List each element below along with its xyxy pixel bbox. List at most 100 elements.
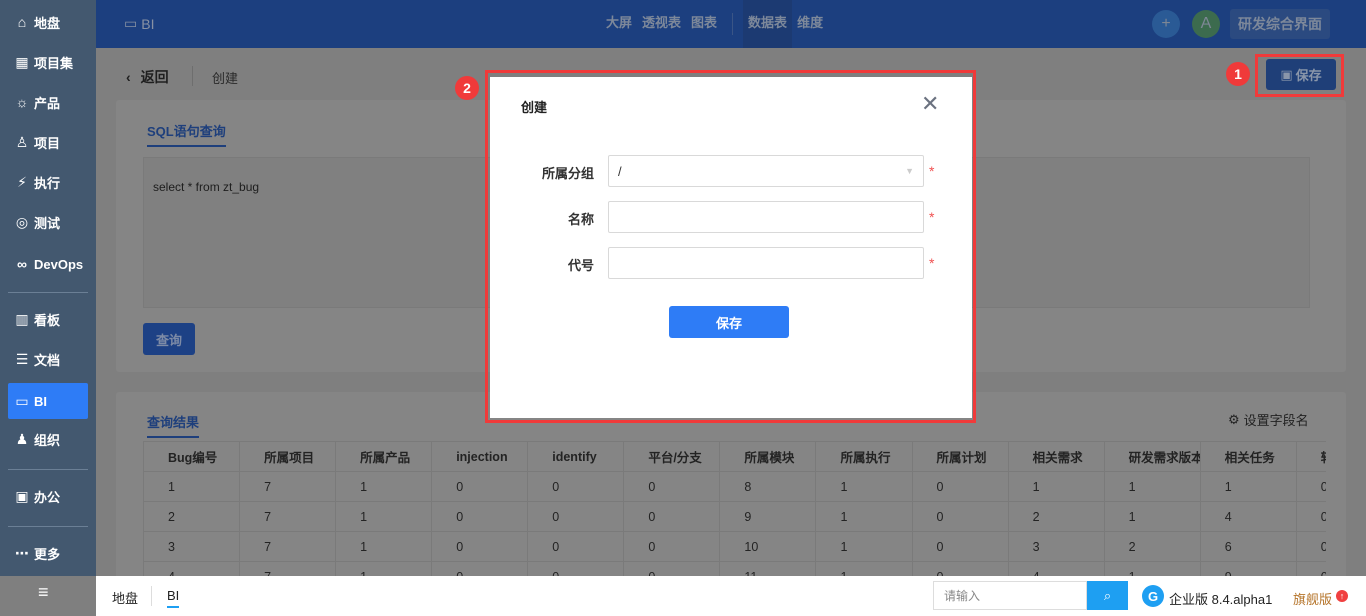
table-cell: 0 — [1295, 471, 1326, 502]
table-cell: 1 — [1103, 501, 1201, 532]
table-cell: 2 — [1103, 531, 1201, 562]
sidebar-item-9[interactable]: ▭ BI — [8, 383, 88, 419]
arrow-up-icon: ↑ — [1336, 590, 1348, 602]
required-mark: * — [929, 209, 935, 225]
sidebar-item-11[interactable]: ▣ 办公 — [8, 478, 88, 514]
upgrade-link[interactable]: 旗舰版 — [1293, 589, 1332, 608]
table-cell: 0 — [527, 531, 625, 562]
group-label: 所属分组 — [541, 166, 594, 181]
breadcrumb: 创建 — [212, 71, 239, 86]
name-input[interactable] — [608, 201, 924, 233]
sidebar-divider — [8, 292, 88, 293]
required-mark: * — [929, 255, 935, 271]
nav-divider — [732, 13, 734, 35]
avatar[interactable]: A — [1192, 10, 1220, 38]
table-cell: 3 — [1007, 531, 1105, 562]
table-cell: 0 — [623, 471, 721, 502]
table-row: 1710008101110 — [143, 471, 1326, 502]
group-select[interactable]: / ▼ — [608, 155, 924, 187]
table-cell: 0 — [527, 471, 625, 502]
table-cell: 0 — [431, 471, 529, 502]
top-header: ▭ BI 大屏 透视表 图表 数据表 维度 + A 研发综合界面 — [96, 0, 1366, 48]
table-cell: 1 — [1103, 561, 1201, 576]
column-header: Bug编号 — [143, 441, 241, 472]
monitor-icon: ▭ — [15, 392, 29, 409]
table-cell: 0 — [911, 531, 1009, 562]
sidebar-divider — [8, 526, 88, 527]
table-cell: 0 — [911, 471, 1009, 502]
users-icon: ♟ — [15, 430, 29, 447]
zentao-logo-icon: G — [1142, 585, 1164, 607]
annotation-box-1 — [1255, 54, 1344, 97]
gear-icon: ⚙ — [1228, 411, 1240, 427]
bottom-tab-dashboard[interactable]: 地盘 — [112, 588, 138, 607]
nav-chart[interactable]: 图表 — [686, 0, 722, 48]
tab-query-results[interactable]: 查询结果 — [147, 412, 200, 438]
chevron-left-icon: ‹ — [126, 69, 131, 85]
sidebar-item-3[interactable]: ♙ 项目 — [8, 124, 88, 160]
tab-sql-query[interactable]: SQL语句查询 — [147, 121, 226, 147]
sidebar-item-5[interactable]: ◎ 测试 — [8, 204, 88, 240]
sidebar-item-2[interactable]: ☼ 产品 — [8, 84, 88, 120]
table-cell: 0 — [1295, 501, 1326, 532]
table-cell: 6 — [1199, 531, 1297, 562]
required-mark: * — [929, 163, 935, 179]
rocket-icon: ♙ — [15, 133, 29, 150]
collapse-sidebar-icon[interactable]: ≡ — [38, 582, 49, 603]
modal-save-button[interactable]: 保存 — [669, 306, 789, 338]
sidebar-item-10[interactable]: ♟ 组织 — [8, 421, 88, 457]
close-icon[interactable]: ✕ — [921, 91, 939, 117]
table-cell: 1 — [335, 471, 433, 502]
column-header: 所属产品 — [335, 441, 433, 472]
search-button[interactable]: ⌕ — [1087, 581, 1128, 610]
table-cell: 0 — [623, 501, 721, 532]
table-cell: 4 — [1007, 561, 1105, 576]
table-cell: 0 — [431, 561, 529, 576]
sidebar-item-1[interactable]: ▦ 项目集 — [8, 44, 88, 80]
name-label: 名称 — [567, 212, 594, 227]
back-button[interactable]: ‹ 返回 — [126, 67, 169, 87]
doc-icon: ☰ — [15, 350, 29, 367]
table-cell: 1 — [815, 531, 913, 562]
column-header: 所属项目 — [239, 441, 337, 472]
plus-button[interactable]: + — [1152, 10, 1180, 38]
sidebar-item-0[interactable]: ⌂ 地盘 — [8, 4, 88, 40]
create-modal: 创建 ✕ 所属分组 / ▼ * 名称 * 代号 * 保存 — [490, 77, 972, 418]
sidebar-item-12[interactable]: ⋯ 更多 — [8, 535, 88, 571]
sidebar-item-6[interactable]: ∞ DevOps — [8, 246, 88, 282]
bottom-tab-bi[interactable]: BI — [167, 588, 180, 608]
sidebar-item-8[interactable]: ☰ 文档 — [8, 341, 88, 377]
nav-dashboard[interactable]: 大屏 — [601, 0, 637, 48]
test-icon: ◎ — [15, 213, 29, 230]
table-cell: 1 — [815, 501, 913, 532]
table-cell: 3 — [143, 531, 241, 562]
sidebar-divider — [8, 469, 88, 470]
table-cell: 0 — [431, 531, 529, 562]
divider — [192, 66, 193, 86]
workspace-switcher[interactable]: 研发综合界面 — [1230, 9, 1330, 39]
code-input[interactable] — [608, 247, 924, 279]
column-header: identify — [527, 441, 625, 472]
table-cell: 1 — [815, 561, 913, 576]
column-header: 所属模块 — [719, 441, 817, 472]
query-button[interactable]: 查询 — [143, 323, 195, 355]
nav-datatable[interactable]: 数据表 — [743, 0, 793, 48]
nav-pivot[interactable]: 透视表 — [637, 0, 686, 48]
edition-label: 企业版 8.4.alpha1 — [1169, 592, 1273, 607]
divider — [151, 586, 152, 606]
sidebar-item-4[interactable]: ⚡ 执行 — [8, 164, 88, 200]
table-cell: 0 — [911, 561, 1009, 576]
infinity-icon: ∞ — [17, 256, 27, 272]
column-header: 相关需求 — [1007, 441, 1105, 472]
nav-dimension[interactable]: 维度 — [792, 0, 828, 48]
set-field-names-button[interactable]: ⚙ 设置字段名 — [1228, 410, 1309, 429]
table-cell: 7 — [239, 501, 337, 532]
table-cell: 0 — [1295, 561, 1326, 576]
table-cell: 7 — [239, 531, 337, 562]
table-cell: 7 — [239, 471, 337, 502]
bottom-bar: 地盘 BI 请输入 ⌕ G 企业版 8.4.alpha1 旗舰版 ↑ — [96, 576, 1366, 616]
table-cell: 1 — [335, 561, 433, 576]
search-input[interactable]: 请输入 — [933, 581, 1087, 610]
sidebar-item-7[interactable]: ▥ 看板 — [8, 301, 88, 337]
table-cell: 10 — [719, 531, 817, 562]
